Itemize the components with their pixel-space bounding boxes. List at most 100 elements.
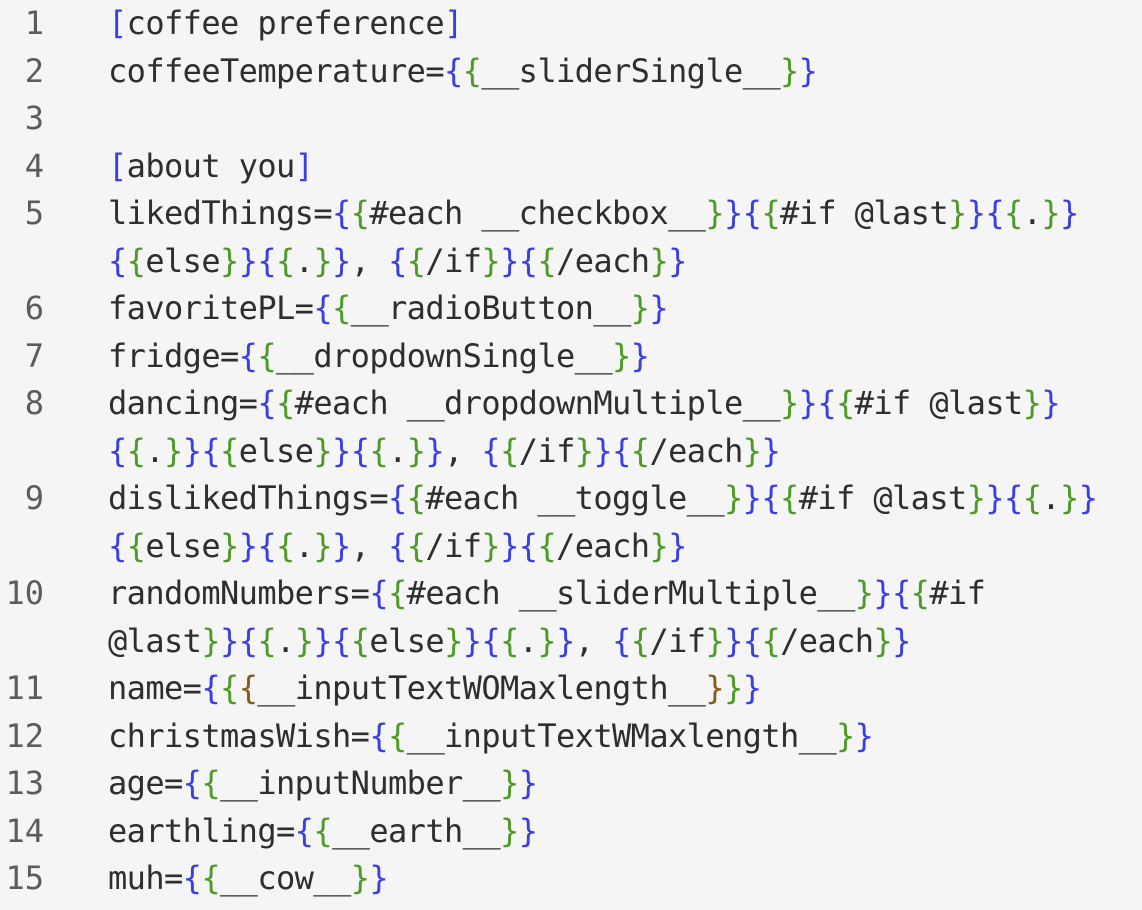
brace-token: { xyxy=(537,526,557,565)
code-line[interactable]: favoritePL={{__radioButton__}} xyxy=(108,285,669,333)
brace-token: [ xyxy=(108,4,127,42)
code-token: earthling= xyxy=(108,811,295,850)
brace-token: { xyxy=(369,574,388,612)
brace-token: } xyxy=(350,859,370,897)
brace-token: { xyxy=(126,526,146,565)
code-line[interactable]: [coffee preference] xyxy=(108,0,463,48)
brace-token: { xyxy=(257,384,276,422)
brace-token: { xyxy=(462,51,482,90)
line-number: 15 xyxy=(5,859,44,897)
code-token: __cow__ xyxy=(220,859,351,897)
brace-token: { xyxy=(108,526,127,565)
brace-token: { xyxy=(388,574,407,612)
brace-token: } xyxy=(873,574,892,612)
brace-token: { xyxy=(537,241,557,280)
line-number: 13 xyxy=(5,764,44,802)
code-line[interactable]: {{.}}{{else}}{{.}}, {{/if}}{{/each}} xyxy=(108,428,781,476)
brace-token: { xyxy=(406,479,426,517)
brace-token: } xyxy=(948,194,967,232)
brace-token: { xyxy=(126,431,146,470)
brace-token: { xyxy=(630,621,650,660)
brace-token: } xyxy=(444,621,463,660)
brace-token: { xyxy=(388,479,407,517)
brace-token: } xyxy=(779,51,799,90)
code-line[interactable]: [about you] xyxy=(108,143,314,191)
brace-token: } xyxy=(705,621,725,660)
brace-token: { xyxy=(388,241,407,280)
brace-token: { xyxy=(350,621,370,660)
brace-token: } xyxy=(873,621,893,660)
code-token: else xyxy=(238,431,314,470)
line-number: 3 xyxy=(24,99,44,137)
brace-token: { xyxy=(220,431,239,470)
code-token: /each xyxy=(556,241,650,280)
brace-token: { xyxy=(910,574,930,612)
brace-token: } xyxy=(313,621,333,660)
code-token: , xyxy=(350,241,389,280)
brace-token: } xyxy=(500,241,519,280)
brace-token: } xyxy=(854,574,874,612)
code-token: __earth__ xyxy=(332,811,501,850)
code-line[interactable]: name={{{__inputTextWOMaxlength__}}} xyxy=(108,665,762,713)
brace-token: } xyxy=(313,431,333,470)
brace-token: { xyxy=(985,194,1005,232)
brace-token: } xyxy=(332,431,351,470)
code-token: about you xyxy=(126,146,296,185)
code-token: , xyxy=(350,526,389,565)
code-token: age= xyxy=(108,764,183,802)
code-editor[interactable]: 1 2 3 4 5 6 7 8 9 10 11 12 13 14 15 [coffee preference… xyxy=(0,0,1142,910)
code-line[interactable]: randomNumbers={{#each __sliderMultiple__… xyxy=(108,570,986,618)
brace-token: } xyxy=(705,194,724,232)
code-token: /if xyxy=(518,431,576,470)
brace-token: { xyxy=(481,431,501,470)
brace-token: { xyxy=(630,431,650,470)
brace-token: } xyxy=(761,431,781,470)
code-token: __inputTextWMaxlength__ xyxy=(406,716,837,755)
line-number: 8 xyxy=(24,384,44,422)
code-line[interactable]: dislikedThings={{#each __toggle__}}{{#if… xyxy=(108,475,1098,523)
brace-token: } xyxy=(966,194,986,232)
brace-token: } xyxy=(1022,384,1042,422)
code-line[interactable]: fridge={{__dropdownSingle__}} xyxy=(108,333,650,381)
code-token: coffee preference xyxy=(126,4,445,42)
code-line[interactable]: {{else}}{{.}}, {{/if}}{{/each}} xyxy=(108,523,687,571)
code-line[interactable]: dancing={{#each __dropdownMultiple__}}{{… xyxy=(108,380,1061,428)
code-line[interactable]: likedThings={{#each __checkbox__}}{{#if … xyxy=(108,190,1079,238)
brace-token: } xyxy=(425,431,445,470)
code-line[interactable]: earthling={{__earth__}} xyxy=(108,808,538,856)
brace-token: } xyxy=(182,431,202,470)
code-token: else xyxy=(145,526,221,565)
brace-token: { xyxy=(406,241,426,280)
code-line[interactable]: {{else}}{{.}}, {{/if}}{{/each}} xyxy=(108,238,687,286)
code-token: else xyxy=(369,621,445,660)
brace-token: { xyxy=(276,384,295,422)
code-token: __radioButton__ xyxy=(350,289,632,327)
brace-token: { xyxy=(350,194,370,232)
code-line[interactable]: @last}}{{.}}{{else}}{{.}}, {{/if}}{{/eac… xyxy=(108,618,911,666)
brace-token: { xyxy=(276,241,295,280)
line-number: 6 xyxy=(24,289,44,327)
brace-token: { xyxy=(1004,479,1023,517)
line-number: 1 xyxy=(24,4,44,42)
code-token: /if xyxy=(425,241,482,280)
code-line[interactable]: christmasWish={{__inputTextWMaxlength__}… xyxy=(108,713,874,761)
line-number: 7 xyxy=(24,336,44,375)
code-line[interactable]: coffeeTemperature={{__sliderSingle__}} xyxy=(108,48,818,96)
brace-token: { xyxy=(518,526,538,565)
brace-token: { xyxy=(108,431,127,470)
brace-token: } xyxy=(500,811,519,850)
line-number: 10 xyxy=(5,574,44,612)
brace-token: { xyxy=(332,621,351,660)
brace-token: } xyxy=(369,859,389,897)
line-number: 9 xyxy=(24,479,44,517)
brace-token: } xyxy=(462,621,482,660)
code-line[interactable]: muh={{__cow__}} xyxy=(108,855,389,903)
brace-token: [ xyxy=(108,146,127,185)
brace-token: { xyxy=(238,621,258,660)
brace-token: } xyxy=(649,289,669,327)
brace-token: } xyxy=(164,431,183,470)
brace-token: { xyxy=(201,764,221,802)
brace-token: } xyxy=(854,716,874,755)
brace-token: } xyxy=(742,479,762,517)
code-line[interactable]: age={{__inputNumber__}} xyxy=(108,760,538,808)
